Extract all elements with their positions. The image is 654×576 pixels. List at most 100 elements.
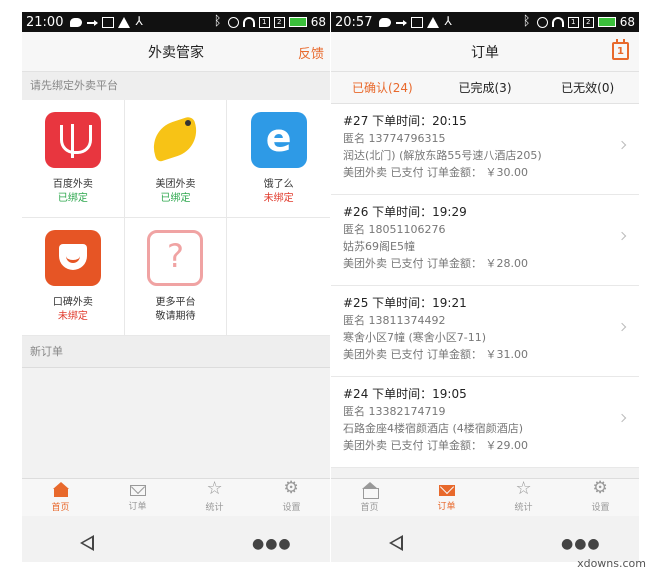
order-head: #27 下单时间：20:15 <box>343 114 467 128</box>
tab-home[interactable]: 首页 <box>22 479 99 516</box>
warning-icon <box>427 16 440 28</box>
app-header: 订单 1 <box>331 32 639 72</box>
chat-icon <box>379 17 392 27</box>
usb-icon <box>86 17 99 28</box>
order-list: #27 下单时间：20:15 匿名 13774796315 润达(北门) (解放… <box>331 104 639 468</box>
koubei-waimai-logo-icon <box>44 230 101 286</box>
platform-status: 已绑定 <box>160 193 191 204</box>
battery-icon <box>597 17 616 27</box>
order-customer: 匿名 13774796315 <box>343 132 446 145</box>
tab-completed[interactable]: 已完成(3) <box>434 72 537 103</box>
tab-label: 设置 <box>591 502 610 513</box>
platform-status: 已绑定 <box>57 193 88 204</box>
order-summary: 美团外卖 已支付 订单金额： ￥28.00 <box>343 257 528 270</box>
empty-tile <box>227 218 330 336</box>
mail-icon <box>129 485 146 496</box>
chat-icon <box>70 17 83 27</box>
tab-invalid[interactable]: 已无效(0) <box>536 72 639 103</box>
status-time: 20:57 <box>335 14 373 30</box>
baidu-waimai-logo-icon <box>44 112 101 168</box>
tab-label: 订单 <box>128 502 147 512</box>
image-icon <box>411 16 424 28</box>
platform-status: 敬请期待 <box>155 311 196 322</box>
platform-tile-eleme[interactable]: 饿了么 未绑定 <box>227 100 330 218</box>
tab-label: 订单 <box>437 502 456 512</box>
tab-label: 统计 <box>514 502 533 513</box>
order-item[interactable]: #25 下单时间：19:21 匿名 13811374492 寒舍小区7幢 (寒舍… <box>331 286 639 377</box>
tab-stats[interactable]: 统计 <box>485 478 562 516</box>
mail-icon <box>438 485 455 496</box>
orders-screen: 20:57 1 2 68 订单 1 已确认(24) 已完成(3) 已无效(0) <box>331 12 639 524</box>
tab-home[interactable]: 首页 <box>331 479 408 516</box>
screenshot-canvas: 21:00 1 2 68 外卖管家 反馈 请先绑定外卖平台 百度外卖 已绑定 <box>0 0 654 576</box>
more-icon[interactable]: ●●● <box>252 536 292 552</box>
platform-name: 口碑外卖 <box>52 297 93 308</box>
order-address: 润达(北门) (解放东路55号速八酒店205) <box>343 149 542 162</box>
alarm-icon <box>536 16 548 28</box>
tab-settings[interactable]: 设置 <box>253 478 330 516</box>
platform-status: 未绑定 <box>57 311 88 322</box>
platform-name: 美团外卖 <box>155 179 196 190</box>
platform-name: 饿了么 <box>263 179 294 190</box>
status-bar: 21:00 1 2 68 <box>22 12 330 32</box>
feedback-button[interactable]: 反馈 <box>298 43 324 62</box>
platform-tile-meituan[interactable]: 美团外卖 已绑定 <box>124 100 228 218</box>
meituan-waimai-logo-icon <box>147 112 203 168</box>
tab-orders[interactable]: 订单 <box>408 479 485 516</box>
order-summary: 美团外卖 已支付 订单金额： ￥30.00 <box>343 166 528 179</box>
star-icon <box>207 478 223 499</box>
tab-label: 设置 <box>282 502 301 513</box>
home-icon <box>361 481 379 499</box>
order-head: #26 下单时间：19:29 <box>343 205 467 219</box>
question-icon <box>147 230 204 286</box>
platform-name: 更多平台 <box>155 297 196 308</box>
platform-tile-koubei[interactable]: 口碑外卖 未绑定 <box>22 218 125 336</box>
wifi-icon <box>242 17 255 27</box>
order-customer: 匿名 18051106276 <box>343 223 446 236</box>
page-title: 外卖管家 <box>148 44 204 61</box>
app-header: 外卖管家 反馈 <box>22 32 330 72</box>
order-head: #24 下单时间：19:05 <box>343 387 467 401</box>
platform-name: 百度外卖 <box>52 179 93 190</box>
battery-icon <box>288 17 307 27</box>
tab-settings[interactable]: 设置 <box>562 478 639 516</box>
order-status-tabs: 已确认(24) 已完成(3) 已无效(0) <box>331 72 639 104</box>
share-icon <box>134 14 146 28</box>
home-screen: 21:00 1 2 68 外卖管家 反馈 请先绑定外卖平台 百度外卖 已绑定 <box>22 12 330 524</box>
sim2-icon: 2 <box>273 16 285 28</box>
battery-level: 68 <box>619 15 635 29</box>
status-time: 21:00 <box>26 14 64 30</box>
watermark: xdowns.com <box>577 557 646 570</box>
star-icon <box>516 478 532 499</box>
order-summary: 美团外卖 已支付 订单金额： ￥31.00 <box>343 348 528 361</box>
order-address: 寒舍小区7幢 (寒舍小区7-11) <box>343 331 487 344</box>
usb-icon <box>395 17 408 28</box>
order-customer: 匿名 13382174719 <box>343 405 446 418</box>
wifi-icon <box>551 17 564 27</box>
bind-platform-header: 请先绑定外卖平台 <box>22 72 330 100</box>
tab-stats[interactable]: 统计 <box>176 478 253 516</box>
bottom-tab-bar: 首页 订单 统计 设置 <box>331 478 639 516</box>
platform-tile-baidu[interactable]: 百度外卖 已绑定 <box>22 100 125 218</box>
order-item[interactable]: #27 下单时间：20:15 匿名 13774796315 润达(北门) (解放… <box>331 104 639 195</box>
platform-status: 未绑定 <box>263 193 294 204</box>
system-nav-bar: ●●● <box>22 524 330 562</box>
order-item[interactable]: #26 下单时间：19:29 匿名 18051106276 姑苏69阁E5幢 美… <box>331 195 639 286</box>
calendar-icon[interactable]: 1 <box>612 39 629 60</box>
gear-icon <box>284 478 300 498</box>
bluetooth-icon <box>521 14 533 29</box>
alarm-icon <box>227 16 239 28</box>
sim2-icon: 2 <box>582 16 594 28</box>
back-icon[interactable] <box>80 535 94 551</box>
home-icon <box>52 481 69 497</box>
sim1-icon: 1 <box>567 16 579 28</box>
status-bar: 20:57 1 2 68 <box>331 12 639 32</box>
tab-orders[interactable]: 订单 <box>99 479 176 516</box>
eleme-logo-icon <box>250 112 307 168</box>
order-address: 石路金座4楼宿颜酒店 (4楼宿颜酒店) <box>343 422 524 435</box>
tab-confirmed[interactable]: 已确认(24) <box>331 72 434 103</box>
more-icon[interactable]: ●●● <box>561 536 601 552</box>
platform-tile-more[interactable]: 更多平台 敬请期待 <box>124 218 228 336</box>
back-icon[interactable] <box>389 535 403 551</box>
order-item[interactable]: #24 下单时间：19:05 匿名 13382174719 石路金座4楼宿颜酒店… <box>331 377 639 468</box>
